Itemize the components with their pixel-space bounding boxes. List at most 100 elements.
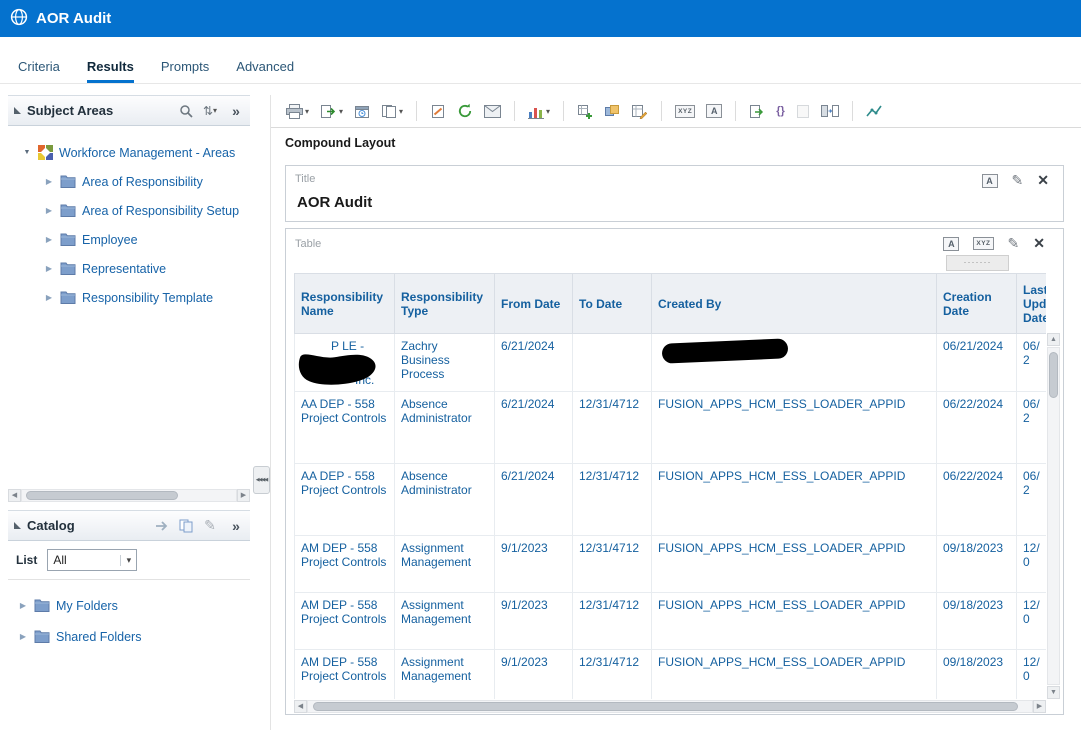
search-icon[interactable] xyxy=(178,104,194,118)
cell-responsibility-type: Zachry Business Process xyxy=(394,333,495,392)
format-container-button[interactable]: A xyxy=(704,102,724,120)
import-formatting-button[interactable] xyxy=(428,102,448,121)
export-button[interactable]: ▾ xyxy=(318,102,345,121)
tab-results[interactable]: Results xyxy=(86,59,134,83)
v-scroll-thumb[interactable] xyxy=(1049,352,1058,398)
collapse-pane-icon[interactable] xyxy=(14,107,21,114)
compare-layout-button[interactable] xyxy=(819,102,841,120)
scroll-down-icon[interactable]: ▼ xyxy=(1047,686,1060,699)
open-arrow-icon[interactable] xyxy=(154,520,170,532)
column-header-from-date[interactable]: From Date xyxy=(494,273,573,334)
apply-formatting-button[interactable]: {} xyxy=(774,103,787,119)
column-header-to-date[interactable]: To Date xyxy=(572,273,652,334)
scroll-up-icon[interactable]: ▲ xyxy=(1047,333,1060,346)
tree-item-area-of-responsibility[interactable]: ▶ Area of Responsibility xyxy=(8,167,250,196)
scroll-right-icon[interactable]: ▶ xyxy=(237,488,250,502)
caret-expanded-icon[interactable]: ▼ xyxy=(22,149,32,156)
cell-last-updated-date: 06/2 xyxy=(1016,333,1046,392)
h-scroll-thumb[interactable] xyxy=(313,701,1018,711)
email-button[interactable] xyxy=(482,103,503,120)
tree-item-my-folders[interactable]: ▶ My Folders xyxy=(8,590,250,621)
caret-collapsed-icon[interactable]: ▶ xyxy=(44,177,54,186)
pane-menu-chevrons-icon[interactable]: » xyxy=(228,518,244,534)
new-calculated-item-button[interactable] xyxy=(629,102,650,121)
tab-criteria[interactable]: Criteria xyxy=(18,59,60,83)
clear-formatting-button[interactable] xyxy=(794,102,812,121)
xyz-icon[interactable]: XYZ xyxy=(973,237,994,250)
column-header-responsibility-name[interactable]: Responsibility Name xyxy=(294,273,395,334)
tab-advanced[interactable]: Advanced xyxy=(236,59,294,83)
subject-areas-header: Subject Areas ⇅ ▾ » xyxy=(8,95,250,126)
left-panel: Subject Areas ⇅ ▾ » ▼ Workforce Manageme… xyxy=(8,95,250,730)
caret-collapsed-icon[interactable]: ▶ xyxy=(18,601,28,610)
cell-created-by: FUSION_APPS_HCM_ESS_LOADER_APPID xyxy=(651,535,937,593)
table-row: AA DEP - 558 Project Controls Absence Ad… xyxy=(294,463,1046,536)
table-toolbar-handle[interactable]: ······· xyxy=(946,255,1009,271)
advanced-options-button[interactable] xyxy=(864,102,884,120)
copy-object-icon[interactable] xyxy=(178,519,194,533)
tree-root-workforce-management[interactable]: ▼ Workforce Management - Areas xyxy=(8,138,250,167)
results-table: Responsibility Name Responsibility Type … xyxy=(294,273,1046,699)
tree-item-label: My Folders xyxy=(56,598,118,613)
cell-creation-date: 06/22/2024 xyxy=(936,463,1017,536)
redaction-scribble xyxy=(298,354,376,385)
remove-view-icon[interactable]: ✕ xyxy=(1037,172,1049,189)
table-row: AM DEP - 558 Project Controls Assignment… xyxy=(294,535,1046,593)
h-scroll-thumb[interactable] xyxy=(26,490,178,500)
scroll-left-icon[interactable]: ◀ xyxy=(8,488,21,502)
cell-created-by: FUSION_APPS_HCM_ESS_LOADER_APPID xyxy=(651,463,937,536)
cell-from-date: 6/21/2024 xyxy=(494,391,573,464)
panel-splitter-handle[interactable]: ◀◀◀◀ xyxy=(253,466,270,494)
sort-icon[interactable]: ⇅ ▾ xyxy=(202,104,218,118)
title-view: Title A ✎ ✕ AOR Audit xyxy=(285,165,1064,222)
format-container-icon[interactable]: A xyxy=(943,236,960,251)
cell-responsibility-name: AA DEP - 558 Project Controls xyxy=(294,391,395,464)
column-header-responsibility-type[interactable]: Responsibility Type xyxy=(394,273,495,334)
list-dropdown[interactable]: All ▾ xyxy=(47,549,138,571)
column-header-last-updated-date[interactable]: Last Updated Date xyxy=(1016,273,1046,334)
tab-prompts[interactable]: Prompts xyxy=(161,59,209,83)
new-group-button[interactable] xyxy=(602,102,622,121)
scroll-left-icon[interactable]: ◀ xyxy=(294,699,307,713)
column-header-created-by[interactable]: Created By xyxy=(651,273,937,334)
pane-menu-chevrons-icon[interactable]: » xyxy=(228,103,244,119)
caret-collapsed-icon[interactable]: ▶ xyxy=(44,293,54,302)
list-label: List xyxy=(16,553,38,567)
caret-collapsed-icon[interactable]: ▶ xyxy=(44,206,54,215)
selection-steps-button[interactable]: XYZ xyxy=(673,103,697,120)
print-button[interactable]: ▾ xyxy=(284,102,311,121)
tree-root-label: Workforce Management - Areas xyxy=(59,145,236,160)
cell-responsibility-type: Absence Administrator xyxy=(394,391,495,464)
new-calculated-measure-button[interactable] xyxy=(575,102,595,121)
tree-item-representative[interactable]: ▶ Representative xyxy=(8,254,250,283)
folder-icon xyxy=(60,262,76,275)
cell-created-by: FUSION_APPS_HCM_ESS_LOADER_APPID xyxy=(651,391,937,464)
toolbar-separator xyxy=(416,101,418,121)
edit-icon[interactable]: ✎ xyxy=(202,517,218,534)
format-container-icon[interactable]: A xyxy=(981,173,998,188)
caret-collapsed-icon[interactable]: ▶ xyxy=(44,264,54,273)
schedule-button[interactable] xyxy=(352,102,372,121)
toolbar-separator xyxy=(851,101,853,121)
tree-item-area-of-responsibility-setup[interactable]: ▶ Area of Responsibility Setup xyxy=(8,196,250,225)
caret-collapsed-icon[interactable]: ▶ xyxy=(18,632,28,641)
table-view: Table A XYZ ✎ ✕ ······· Responsibility N… xyxy=(285,228,1064,715)
folder-icon xyxy=(34,630,50,643)
remove-view-icon[interactable]: ✕ xyxy=(1033,235,1045,252)
collapse-pane-icon[interactable] xyxy=(14,522,21,529)
new-view-button[interactable]: ▾ xyxy=(526,102,552,121)
tree-item-employee[interactable]: ▶ Employee xyxy=(8,225,250,254)
caret-collapsed-icon[interactable]: ▶ xyxy=(44,235,54,244)
column-header-creation-date[interactable]: Creation Date xyxy=(936,273,1017,334)
scroll-right-icon[interactable]: ▶ xyxy=(1033,699,1046,713)
cell-responsibility-name: P LE - Inc. xyxy=(294,333,395,392)
copy-button[interactable]: ▾ xyxy=(379,102,405,121)
edit-view-icon[interactable]: ✎ xyxy=(1008,235,1020,252)
refresh-button[interactable] xyxy=(455,101,475,121)
braces-icon: {} xyxy=(776,105,785,117)
dropdown-icon: ▾ xyxy=(305,106,310,116)
edit-view-icon[interactable]: ✎ xyxy=(1012,172,1024,189)
copy-formatting-button[interactable] xyxy=(747,102,767,121)
tree-item-responsibility-template[interactable]: ▶ Responsibility Template xyxy=(8,283,250,312)
tree-item-shared-folders[interactable]: ▶ Shared Folders xyxy=(8,621,250,652)
